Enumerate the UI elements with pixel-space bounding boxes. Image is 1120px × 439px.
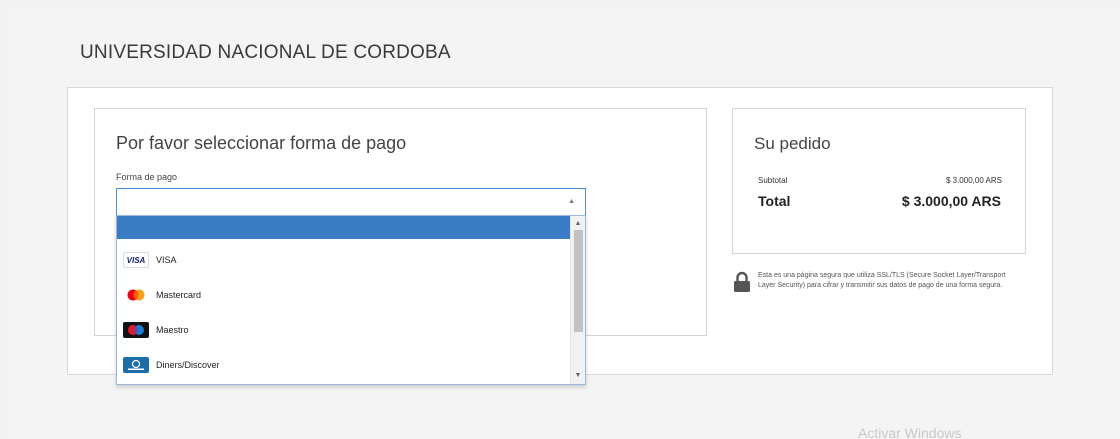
diners-icon: [123, 357, 149, 373]
option-label: VISA: [156, 255, 177, 265]
dropdown-option-diners[interactable]: Diners/Discover: [117, 349, 572, 381]
page-title: UNIVERSIDAD NACIONAL DE CORDOBA: [80, 42, 451, 63]
dropdown-option-maestro[interactable]: Maestro: [117, 314, 572, 346]
dropdown-option-mastercard[interactable]: Mastercard: [117, 279, 572, 311]
option-label: Diners/Discover: [156, 360, 220, 370]
total-value: $ 3.000,00 ARS: [901, 193, 1001, 209]
option-label: Mastercard: [156, 290, 202, 300]
payment-method-select[interactable]: ▲: [116, 188, 586, 216]
caret-up-icon: ▲: [568, 198, 575, 205]
lock-icon: [733, 271, 751, 293]
subtotal-label: Subtotal: [758, 176, 788, 185]
scroll-up-icon[interactable]: ▲: [571, 218, 585, 230]
option-label: Maestro: [156, 325, 189, 335]
subtotal-value: $ 3.000,00 ARS: [945, 176, 1002, 185]
visa-icon: VISA: [123, 252, 149, 268]
scroll-thumb[interactable]: [574, 230, 583, 332]
security-notice: Esta es una página segura que utiliza SS…: [758, 272, 1006, 289]
dropdown-option-highlighted[interactable]: [117, 216, 572, 239]
scroll-down-icon[interactable]: ▼: [571, 370, 585, 382]
maestro-icon: [123, 322, 149, 338]
payment-heading: Por favor seleccionar forma de pago: [116, 133, 407, 153]
mastercard-icon: [123, 287, 149, 303]
dropdown-scrollbar[interactable]: ▲ ▼: [570, 216, 585, 384]
visa-logo-text: VISA: [126, 255, 146, 265]
payment-method-label: Forma de pago: [116, 172, 178, 182]
dropdown-option-visa[interactable]: VISA VISA: [117, 244, 572, 276]
total-label: Total: [758, 193, 791, 209]
windows-activation-watermark: Activar Windows: [858, 425, 962, 439]
payment-method-dropdown[interactable]: VISA VISA Mastercard Maestro Diners/Disc…: [116, 215, 586, 385]
order-heading: Su pedido: [754, 134, 831, 153]
